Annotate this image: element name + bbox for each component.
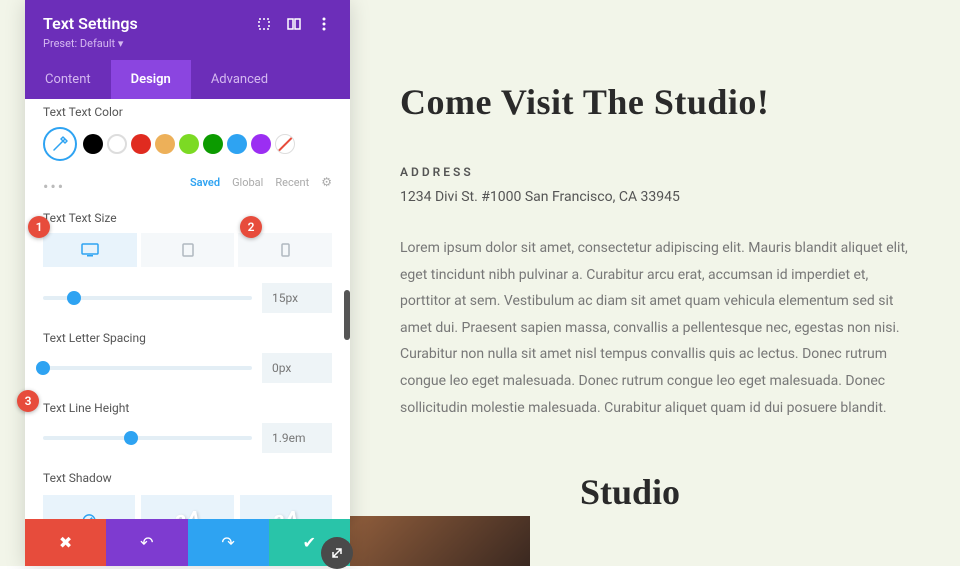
panel-header: Text Settings Preset: Default ▾	[25, 0, 350, 60]
eyedropper-button[interactable]	[43, 127, 77, 161]
text-size-label: Text Text Size	[43, 211, 332, 225]
device-phone[interactable]	[238, 233, 332, 267]
expand-icon[interactable]	[256, 16, 272, 32]
swatch-red[interactable]	[131, 134, 151, 154]
tab-advanced[interactable]: Advanced	[191, 60, 288, 99]
swatch-white[interactable]	[107, 134, 127, 154]
device-selector	[43, 233, 332, 267]
saved-link[interactable]: Saved	[190, 176, 220, 189]
swatch-blue[interactable]	[227, 134, 247, 154]
text-shadow-label: Text Shadow	[43, 471, 332, 485]
address-label: ADDRESS	[400, 165, 920, 179]
address-value: 1234 Divi St. #1000 San Francisco, CA 33…	[400, 189, 920, 205]
letter-spacing-label: Text Letter Spacing	[43, 331, 332, 345]
swatch-black[interactable]	[83, 134, 103, 154]
shadow-preset-1[interactable]: aA	[141, 495, 233, 519]
text-color-label: Text Text Color	[43, 105, 332, 119]
swatch-none[interactable]	[275, 134, 295, 154]
scrollbar[interactable]	[344, 290, 350, 340]
swatch-green[interactable]	[203, 134, 223, 154]
resize-handle[interactable]	[321, 537, 353, 569]
letter-spacing-value[interactable]: 0px	[262, 353, 332, 383]
line-height-thumb[interactable]	[124, 431, 138, 445]
callout-1: 1	[28, 216, 50, 238]
letter-spacing-thumb[interactable]	[36, 361, 50, 375]
line-height-label: Text Line Height	[43, 401, 332, 415]
recent-link[interactable]: Recent	[275, 176, 309, 189]
swatch-orange[interactable]	[155, 134, 175, 154]
device-tablet[interactable]	[141, 233, 235, 267]
text-size-value[interactable]: 15px	[262, 283, 332, 313]
panel-title: Text Settings	[43, 14, 138, 33]
body-paragraph: Lorem ipsum dolor sit amet, consectetur …	[400, 235, 920, 421]
color-swatches	[83, 134, 295, 154]
swatch-tabs: Saved Global Recent ⚙	[190, 175, 332, 189]
callout-3: 3	[17, 390, 39, 412]
close-button[interactable]: ✖	[25, 519, 106, 566]
gear-icon[interactable]: ⚙	[321, 175, 332, 189]
callout-2: 2	[240, 216, 262, 238]
shadow-none[interactable]: ⊘	[43, 495, 135, 519]
action-bar: ✖ ↶ ↷ ✔	[25, 519, 350, 566]
settings-panel: Text Settings Preset: Default ▾ Content …	[25, 0, 350, 566]
line-height-slider[interactable]	[43, 436, 252, 440]
tab-design[interactable]: Design	[111, 60, 191, 99]
text-size-slider[interactable]	[43, 296, 252, 300]
undo-button[interactable]: ↶	[106, 519, 187, 566]
studio-heading: Studio	[580, 471, 920, 513]
swatch-purple[interactable]	[251, 134, 271, 154]
device-desktop[interactable]	[43, 233, 137, 267]
tab-content[interactable]: Content	[25, 60, 111, 99]
columns-icon[interactable]	[286, 16, 302, 32]
swatch-lime[interactable]	[179, 134, 199, 154]
text-size-thumb[interactable]	[67, 291, 81, 305]
page-heading: Come Visit The Studio!	[400, 80, 920, 125]
shadow-preset-2[interactable]: aA	[240, 495, 332, 519]
preset-label[interactable]: Preset: Default ▾	[43, 37, 332, 50]
more-icon[interactable]	[316, 16, 332, 32]
redo-button[interactable]: ↷	[188, 519, 269, 566]
global-link[interactable]: Global	[232, 176, 263, 189]
more-dots[interactable]: •••	[43, 177, 65, 196]
letter-spacing-slider[interactable]	[43, 366, 252, 370]
line-height-value[interactable]: 1.9em	[262, 423, 332, 453]
tabs: Content Design Advanced	[25, 60, 350, 99]
panel-body: Text Text Color ••• Saved Global	[25, 99, 350, 519]
